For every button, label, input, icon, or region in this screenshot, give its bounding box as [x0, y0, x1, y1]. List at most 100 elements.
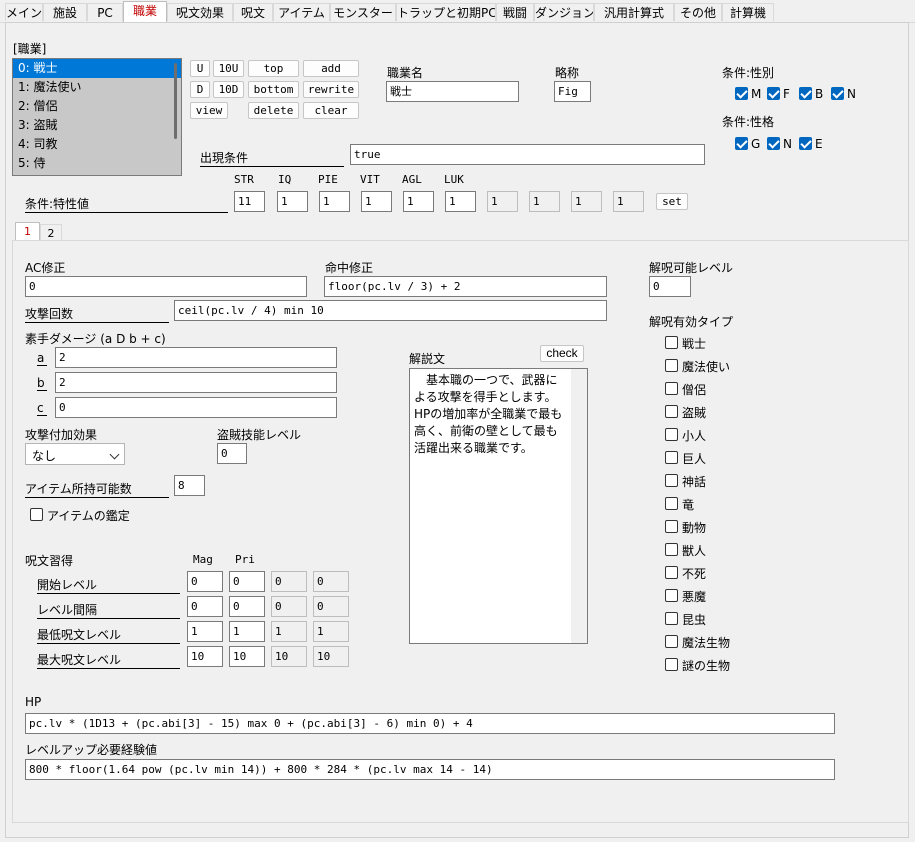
uncurse-type-checkbox[interactable] — [665, 589, 678, 602]
uncurse-type-checkbox[interactable] — [665, 658, 678, 671]
item-identify-checkbox[interactable] — [30, 508, 43, 521]
tab-spells[interactable]: 呪文 — [233, 3, 273, 21]
uncurse-type-checkbox[interactable] — [665, 635, 678, 648]
rewrite-button[interactable]: rewrite — [303, 81, 359, 98]
bare-b-label: b — [37, 376, 47, 391]
uncurse-type-checkbox[interactable] — [665, 497, 678, 510]
uncurse-type-checkbox[interactable] — [665, 520, 678, 533]
attack-effect-dropdown[interactable]: なし — [25, 443, 125, 465]
up10-button[interactable]: 10U — [213, 60, 244, 77]
spell-max-mag-input[interactable]: 10 — [187, 646, 223, 667]
spell-min-mag-input[interactable]: 1 — [187, 621, 223, 642]
uncurse-type-checkbox[interactable] — [665, 382, 678, 395]
spell-min-disabled: 1 — [271, 621, 307, 642]
list-item[interactable]: 5: 侍 — [13, 154, 181, 173]
uncurse-type-checkbox[interactable] — [665, 336, 678, 349]
uncurse-level-input[interactable]: 0 — [649, 276, 691, 297]
bottom-button[interactable]: bottom — [248, 81, 299, 98]
uncurse-type-checkbox[interactable] — [665, 451, 678, 464]
align-n-checkbox[interactable] — [767, 137, 780, 150]
top-button[interactable]: top — [248, 60, 299, 77]
alignment-condition-label: 条件:性格 — [722, 115, 775, 129]
tab-battle[interactable]: 戦闘 — [496, 3, 534, 21]
uncurse-type-checkbox[interactable] — [665, 543, 678, 556]
tab-facilities[interactable]: 施設 — [43, 3, 87, 21]
spell-start-pri-input[interactable]: 0 — [229, 571, 265, 592]
stat-input[interactable]: 1 — [445, 191, 476, 212]
bare-a-input[interactable]: 2 — [55, 347, 337, 368]
stat-input[interactable]: 1 — [361, 191, 392, 212]
spell-max-pri-input[interactable]: 10 — [229, 646, 265, 667]
tab-calculator[interactable]: 計算機 — [722, 3, 774, 21]
gender-m-checkbox[interactable] — [735, 87, 748, 100]
gender-b-checkbox[interactable] — [799, 87, 812, 100]
check-button[interactable]: check — [540, 345, 584, 362]
uncurse-type-checkbox[interactable] — [665, 566, 678, 579]
attacks-input[interactable]: ceil(pc.lv / 4) min 10 — [174, 300, 607, 321]
stat-header: AGL — [402, 173, 422, 186]
ac-input[interactable]: 0 — [25, 276, 307, 297]
list-scrollbar[interactable] — [174, 63, 177, 139]
hit-input[interactable]: floor(pc.lv / 3) + 2 — [324, 276, 607, 297]
tab-traps-initial-pc[interactable]: トラップと初期PC — [396, 3, 496, 21]
uncurse-type-checkbox[interactable] — [665, 474, 678, 487]
view-button[interactable]: view — [190, 102, 228, 119]
spell-start-mag-input[interactable]: 0 — [187, 571, 223, 592]
spell-min-pri-input[interactable]: 1 — [229, 621, 265, 642]
main-tab-bar: メイン 施設 PC 職業 呪文効果 呪文 アイテム モンスター トラップと初期P… — [0, 0, 915, 23]
tab-items[interactable]: アイテム — [273, 3, 330, 21]
job-list[interactable]: 0: 戦士 1: 魔法使い 2: 僧侶 3: 盗賊 4: 司教 5: 侍 — [12, 58, 182, 176]
uncurse-type-checkbox[interactable] — [665, 612, 678, 625]
description-textarea[interactable]: 基本職の一つで、武器による攻撃を得手とします。HPの増加率が全職業で最も高く、前… — [409, 368, 588, 644]
uncurse-type-label: 魔法使い — [682, 360, 731, 374]
list-item[interactable]: 3: 盗賊 — [13, 116, 181, 135]
tab-jobs[interactable]: 職業 — [123, 1, 167, 22]
bare-c-input[interactable]: 0 — [55, 397, 337, 418]
stat-input[interactable]: 1 — [319, 191, 350, 212]
tab-pc[interactable]: PC — [87, 3, 123, 21]
hp-label: HP — [25, 695, 42, 709]
bare-b-input[interactable]: 2 — [55, 372, 337, 393]
stat-input[interactable]: 11 — [234, 191, 265, 212]
uncurse-type-checkbox[interactable] — [665, 428, 678, 441]
job-name-input[interactable]: 戦士 — [386, 81, 519, 102]
abbrev-input[interactable]: Fig — [554, 81, 591, 102]
clear-button[interactable]: clear — [303, 102, 359, 119]
tab-formulas[interactable]: 汎用計算式 — [594, 3, 674, 21]
thief-level-input[interactable]: 0 — [217, 443, 247, 464]
stat-input[interactable]: 1 — [277, 191, 308, 212]
tab-other[interactable]: その他 — [674, 3, 722, 21]
tab-main[interactable]: メイン — [5, 3, 43, 21]
appear-condition-input[interactable]: true — [350, 144, 705, 165]
gender-n-checkbox[interactable] — [831, 87, 844, 100]
tab-dungeon[interactable]: ダンジョン — [534, 3, 594, 21]
item-identify-label: アイテムの鑑定 — [47, 509, 130, 523]
down10-button[interactable]: 10D — [213, 81, 244, 98]
spell-interval-pri-input[interactable]: 0 — [229, 596, 265, 617]
delete-button[interactable]: delete — [248, 102, 299, 119]
align-g-checkbox[interactable] — [735, 137, 748, 150]
spell-learning-label: 呪文習得 — [25, 554, 74, 568]
up-button[interactable]: U — [190, 60, 210, 77]
uncurse-type-checkbox[interactable] — [665, 359, 678, 372]
exp-formula-input[interactable]: 800 * floor(1.64 pow (pc.lv min 14)) + 8… — [25, 759, 835, 780]
list-item[interactable]: 2: 僧侶 — [13, 97, 181, 116]
list-item[interactable]: 1: 魔法使い — [13, 78, 181, 97]
hp-formula-input[interactable]: pc.lv * (1D13 + (pc.abi[3] - 15) max 0 +… — [25, 713, 835, 734]
spell-interval-mag-input[interactable]: 0 — [187, 596, 223, 617]
tab-spell-effects[interactable]: 呪文効果 — [167, 3, 233, 21]
tab-monsters[interactable]: モンスター — [330, 3, 396, 21]
uncurse-type-label: 悪魔 — [682, 590, 707, 604]
stat-input[interactable]: 1 — [403, 191, 434, 212]
align-e-checkbox[interactable] — [799, 137, 812, 150]
list-item[interactable]: 0: 戦士 — [13, 59, 181, 78]
uncurse-type-checkbox[interactable] — [665, 405, 678, 418]
add-button[interactable]: add — [303, 60, 359, 77]
description-scrollbar[interactable] — [571, 369, 587, 643]
item-capacity-input[interactable]: 8 — [174, 475, 205, 496]
down-button[interactable]: D — [190, 81, 210, 98]
gender-f-checkbox[interactable] — [767, 87, 780, 100]
subtab-1[interactable]: 1 — [15, 222, 40, 241]
list-item[interactable]: 4: 司教 — [13, 135, 181, 154]
set-button[interactable]: set — [656, 193, 688, 210]
